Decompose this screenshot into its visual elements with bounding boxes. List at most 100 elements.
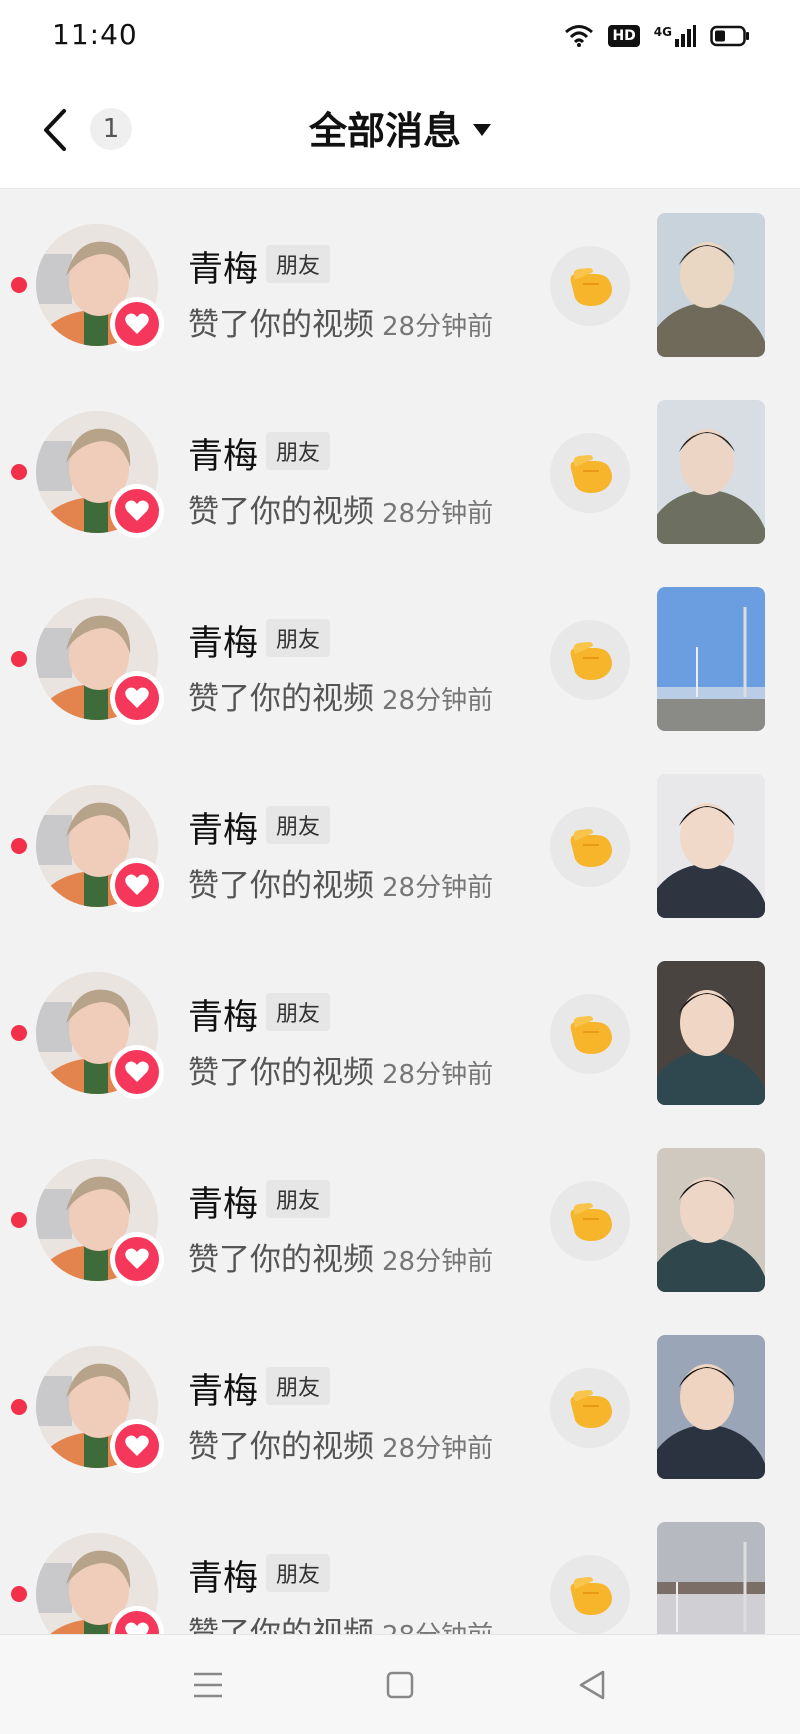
- menu-button[interactable]: [186, 1663, 230, 1707]
- heart-icon: [125, 1622, 149, 1634]
- caret-down-icon: [473, 123, 491, 136]
- like-back-button[interactable]: [550, 1368, 630, 1448]
- like-back-button[interactable]: [550, 433, 630, 513]
- hd-icon: HD: [608, 25, 640, 47]
- friend-tag: 朋友: [266, 245, 331, 283]
- list-item[interactable]: 青梅 朋友 赞了你的视频 28分钟前: [0, 1311, 800, 1498]
- unread-dot: [11, 1025, 27, 1041]
- wifi-icon: [564, 24, 594, 48]
- unread-dot: [11, 1399, 27, 1415]
- unread-dot: [11, 1586, 27, 1602]
- top-nav-bar: 1 全部消息: [0, 72, 800, 189]
- timestamp: 28分钟前: [382, 1621, 493, 1634]
- video-thumbnail[interactable]: [657, 1522, 765, 1634]
- list-item[interactable]: 青梅 朋友 赞了你的视频 28分钟前: [0, 937, 800, 1124]
- battery-icon: [710, 25, 750, 47]
- list-item[interactable]: 青梅 朋友 赞了你的视频 28分钟前: [0, 189, 800, 376]
- unread-dot: [11, 277, 27, 293]
- friend-tag: 朋友: [266, 1554, 331, 1592]
- sender-name[interactable]: 青梅: [188, 802, 258, 853]
- video-thumbnail[interactable]: [657, 961, 765, 1105]
- like-badge: [110, 484, 164, 538]
- timestamp: 28分钟前: [382, 499, 494, 529]
- sender-name[interactable]: 青梅: [188, 428, 258, 479]
- list-item[interactable]: 青梅 朋友 赞了你的视频 28分钟前: [0, 1124, 800, 1311]
- action-text: 赞了你的视频: [188, 681, 374, 717]
- unread-dot: [11, 464, 27, 480]
- like-back-button[interactable]: [550, 1181, 630, 1261]
- network-type-label: 4G: [653, 25, 672, 39]
- friend-tag: 朋友: [266, 806, 331, 844]
- timestamp: 28分钟前: [382, 312, 494, 342]
- system-back-button[interactable]: [570, 1663, 614, 1707]
- message-text: 赞了你的视频 28分钟前: [188, 299, 493, 344]
- pointing-hand-icon: [570, 1390, 612, 1428]
- friend-tag: 朋友: [266, 1367, 331, 1405]
- action-text: 赞了你的视频: [188, 307, 374, 343]
- pointing-hand-icon: [570, 1203, 612, 1241]
- message-text: 赞了你的视频 28分钟前: [188, 1608, 493, 1634]
- sender-name[interactable]: 青梅: [188, 1176, 258, 1227]
- unread-dot: [11, 651, 27, 667]
- message-text: 赞了你的视频 28分钟前: [188, 860, 493, 905]
- like-back-button[interactable]: [550, 807, 630, 887]
- message-filter-dropdown[interactable]: 全部消息: [0, 100, 800, 155]
- message-text: 赞了你的视频 28分钟前: [188, 673, 493, 718]
- friend-tag: 朋友: [266, 432, 331, 470]
- message-text: 赞了你的视频 28分钟前: [188, 486, 493, 531]
- heart-icon: [125, 313, 149, 334]
- status-icons: HD 4G: [564, 18, 750, 54]
- sender-name[interactable]: 青梅: [188, 1363, 258, 1414]
- status-bar: 11:40 HD 4G: [0, 0, 800, 72]
- home-button[interactable]: [378, 1663, 422, 1707]
- sender-name[interactable]: 青梅: [188, 1550, 258, 1601]
- like-badge: [110, 1232, 164, 1286]
- unread-dot: [11, 1212, 27, 1228]
- menu-icon: [194, 1672, 222, 1698]
- pointing-hand-icon: [570, 829, 612, 867]
- triangle-back-icon: [579, 1670, 605, 1700]
- like-badge: [110, 671, 164, 725]
- list-item[interactable]: 青梅 朋友 赞了你的视频 28分钟前: [0, 376, 800, 563]
- sender-name[interactable]: 青梅: [188, 615, 258, 666]
- heart-icon: [125, 1435, 149, 1456]
- action-text: 赞了你的视频: [188, 1055, 374, 1091]
- timestamp: 28分钟前: [382, 873, 494, 903]
- status-time: 11:40: [52, 18, 138, 51]
- like-badge: [110, 858, 164, 912]
- video-thumbnail[interactable]: [657, 213, 765, 357]
- action-text: 赞了你的视频: [188, 494, 374, 530]
- like-back-button[interactable]: [550, 1555, 630, 1634]
- video-thumbnail[interactable]: [657, 1148, 765, 1292]
- like-back-button[interactable]: [550, 246, 630, 326]
- like-badge: [110, 297, 164, 351]
- video-thumbnail[interactable]: [657, 400, 765, 544]
- timestamp: 28分钟前: [382, 1060, 494, 1090]
- heart-icon: [125, 1248, 149, 1269]
- pointing-hand-icon: [570, 1016, 612, 1054]
- pointing-hand-icon: [570, 642, 612, 680]
- like-back-button[interactable]: [550, 620, 630, 700]
- like-badge: [110, 1419, 164, 1473]
- like-back-button[interactable]: [550, 994, 630, 1074]
- heart-icon: [125, 687, 149, 708]
- timestamp: 28分钟前: [382, 1247, 494, 1277]
- list-item[interactable]: 青梅 朋友 赞了你的视频 28分钟前: [0, 1498, 800, 1634]
- sender-name[interactable]: 青梅: [188, 241, 258, 292]
- heart-icon: [125, 1061, 149, 1082]
- pointing-hand-icon: [570, 1577, 612, 1615]
- unread-dot: [11, 838, 27, 854]
- page-title: 全部消息: [308, 109, 461, 153]
- action-text: 赞了你的视频: [188, 1429, 374, 1465]
- video-thumbnail[interactable]: [657, 1335, 765, 1479]
- friend-tag: 朋友: [266, 1180, 331, 1218]
- video-thumbnail[interactable]: [657, 587, 765, 731]
- heart-icon: [125, 500, 149, 521]
- action-text: 赞了你的视频: [188, 868, 374, 904]
- sender-name[interactable]: 青梅: [188, 989, 258, 1040]
- list-item[interactable]: 青梅 朋友 赞了你的视频 28分钟前: [0, 750, 800, 937]
- square-icon: [386, 1671, 414, 1699]
- video-thumbnail[interactable]: [657, 774, 765, 918]
- message-list[interactable]: 青梅 朋友 赞了你的视频 28分钟前 青梅 朋友 赞了你的视频 28分钟前 青梅…: [0, 189, 800, 1634]
- list-item[interactable]: 青梅 朋友 赞了你的视频 28分钟前: [0, 563, 800, 750]
